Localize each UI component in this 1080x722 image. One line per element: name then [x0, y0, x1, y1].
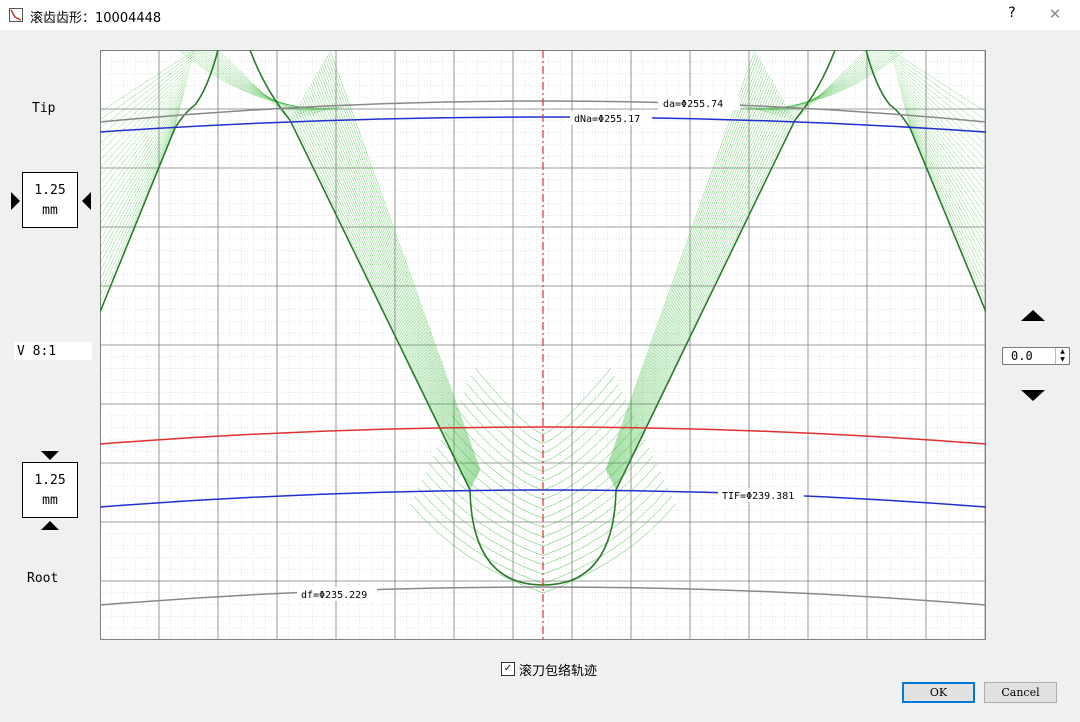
envelope-tip: [774, 49, 882, 116]
envelope-line: [890, 52, 987, 121]
envelope-line: [99, 59, 193, 137]
envelope-line: [898, 84, 987, 201]
envelope-line: [99, 124, 176, 305]
ok-button[interactable]: OK: [902, 682, 975, 703]
help-button[interactable]: ?: [1004, 5, 1020, 25]
envelope-line: [613, 100, 784, 485]
envelope-line: [291, 117, 471, 490]
envelope-line: [609, 75, 770, 478]
envelope-tip: [187, 49, 331, 111]
envelope-line: [611, 86, 776, 481]
envelope-line: [909, 124, 987, 305]
offset-down-arrow-icon[interactable]: [1021, 390, 1045, 401]
envelope-line: [293, 114, 471, 489]
spin-down-icon[interactable]: ▼: [1056, 356, 1069, 364]
envelope-tip: [742, 49, 906, 109]
envelope-line: [608, 66, 765, 475]
envelope-tip: [202, 49, 311, 116]
envelope-line: [908, 121, 987, 297]
hob-envelope-checkbox[interactable]: ✓: [501, 662, 515, 676]
tip-tolerance-box[interactable]: 1.25 mm: [22, 172, 78, 228]
root-up-arrow-icon[interactable]: [41, 521, 59, 530]
offset-value: 0.0: [1011, 349, 1033, 363]
dna-annotation: dNa=Φ255.17: [574, 114, 640, 125]
envelope-line: [315, 75, 477, 478]
envelope-tip: [184, 49, 335, 110]
envelope-line: [610, 83, 775, 480]
envelope-line: [302, 97, 474, 484]
spin-up-icon[interactable]: ▲: [1056, 348, 1069, 356]
tip-right-arrow-icon[interactable]: [82, 192, 91, 210]
envelope-line: [301, 100, 473, 485]
tip-left-arrow-icon[interactable]: [11, 192, 20, 210]
envelope-line: [99, 102, 182, 249]
envelope-line: [892, 59, 987, 137]
envelope-line: [99, 93, 184, 225]
envelope-tip: [754, 49, 897, 111]
hob-envelope-label: 滚刀包络轨迹: [519, 664, 598, 679]
root-label: Root: [27, 571, 59, 586]
envelope-line: [609, 77, 772, 479]
da-annotation: da=Φ255.74: [663, 99, 723, 110]
envelope-line: [99, 52, 195, 121]
envelope-tip: [190, 49, 327, 112]
app-icon: [9, 8, 23, 22]
envelope-line: [309, 86, 475, 481]
envelope-line: [99, 84, 187, 201]
root-tolerance-value: 1.25: [34, 473, 66, 488]
envelope-line: [610, 80, 773, 479]
envelope-line: [310, 83, 476, 480]
envelope-line: [99, 74, 189, 177]
vertical-scale-label: V 8:1: [17, 344, 57, 359]
tooth-profile-plot: da=Φ255.74 dNa=Φ255.17 TIF=Φ239.381 df=Φ…: [99, 49, 987, 641]
close-button[interactable]: ✕: [1046, 5, 1064, 25]
envelope-line: [307, 89, 475, 482]
tooth-profile-svg: da=Φ255.74 dNa=Φ255.17 TIF=Φ239.381 df=Φ…: [99, 49, 987, 641]
envelope-line: [304, 94, 474, 483]
envelope-tip: [762, 49, 891, 113]
tif-annotation: TIF=Φ239.381: [722, 491, 794, 502]
envelope-line: [99, 121, 177, 297]
root-down-arrow-icon[interactable]: [41, 451, 59, 460]
envelope-line: [305, 91, 475, 483]
envelope-line: [612, 97, 783, 484]
envelope-line: [615, 114, 792, 489]
tip-label: Tip: [32, 101, 56, 116]
offset-spinbox[interactable]: 0.0 ▲ ▼: [1002, 347, 1070, 365]
tip-tolerance-value: 1.25: [34, 183, 66, 198]
root-tolerance-unit: mm: [42, 493, 58, 508]
envelope-line: [612, 94, 781, 483]
envelope-line: [318, 69, 478, 476]
envelope-line: [323, 61, 479, 474]
envelope-line: [611, 91, 780, 483]
envelope-tip: [758, 49, 894, 112]
spin-buttons: ▲ ▼: [1055, 348, 1069, 364]
window-title: 滚齿齿形：10004448: [30, 11, 162, 26]
offset-up-arrow-icon[interactable]: [1021, 310, 1045, 321]
envelope-line: [329, 49, 481, 471]
envelope-line: [99, 106, 181, 257]
envelope-line: [608, 69, 767, 476]
title-bar: 滚齿齿形：10004448 ? ✕: [0, 0, 1080, 30]
cancel-button[interactable]: Cancel: [984, 682, 1057, 703]
envelope-line: [312, 80, 476, 479]
envelope-line: [903, 102, 987, 249]
envelope-line: [328, 52, 480, 471]
tip-tolerance-unit: mm: [42, 203, 58, 218]
df-annotation: df=Φ235.229: [301, 590, 367, 601]
root-tolerance-box[interactable]: 1.25 mm: [22, 462, 78, 518]
envelope-line: [906, 115, 987, 281]
envelope-tip: [193, 49, 323, 113]
envelope-line: [895, 71, 987, 169]
envelope-line: [321, 63, 479, 475]
envelope-line: [611, 89, 778, 482]
envelope-line: [615, 117, 794, 490]
